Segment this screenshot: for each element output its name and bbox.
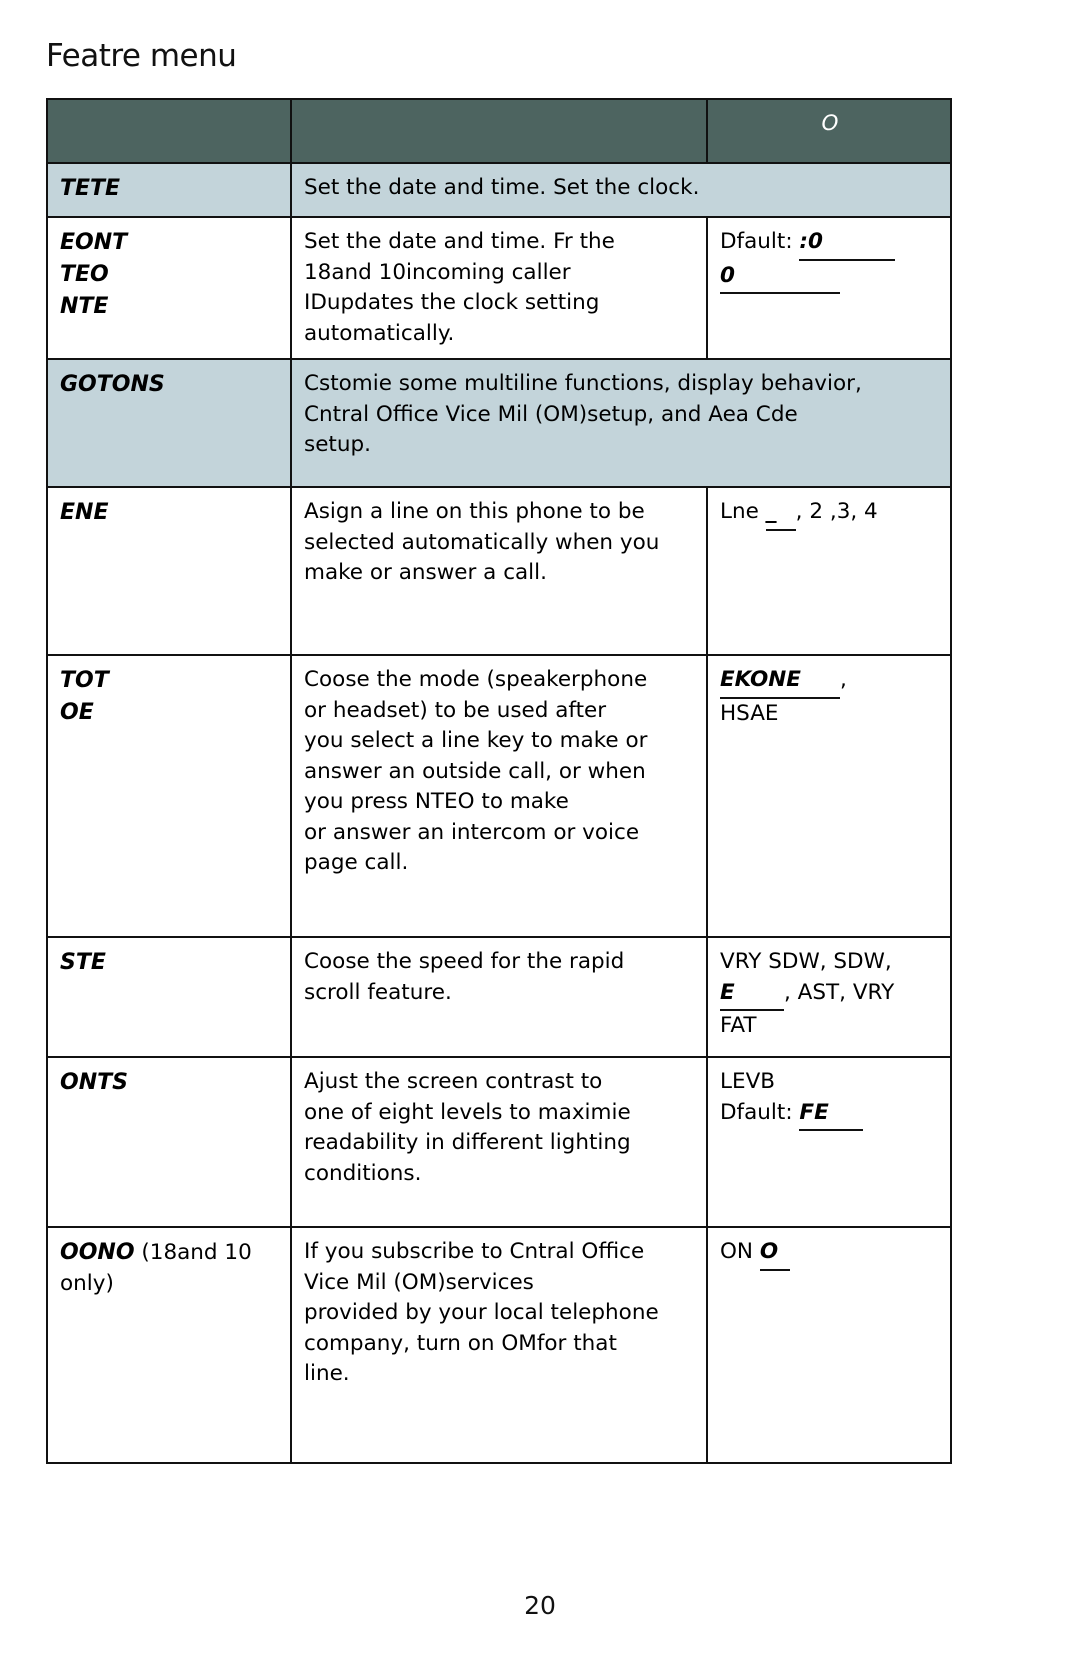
- feature-description-cell: Asign a line on this phone to be selecte…: [290, 486, 708, 657]
- column-header-feature: [46, 98, 292, 164]
- feature-options-cell: EKONE, HSAE: [706, 654, 952, 939]
- option-suffix: , 2 ,3, 4: [795, 499, 878, 525]
- feature-options-cell: VRY SDW, SDW, E, AST, VRY FAT: [706, 936, 952, 1059]
- feature-description: Set the date and time. Set the clock.: [304, 175, 700, 200]
- feature-description: Coose the speed for the rapid scroll fea…: [304, 949, 625, 1005]
- page-title: Featre menu: [46, 38, 237, 74]
- feature-options-cell: ON O: [706, 1226, 952, 1465]
- column-header-options: O: [706, 98, 952, 164]
- feature-name: TOT OE: [60, 668, 109, 725]
- feature-menu-table: O TETE Set the date and time. Set the cl…: [46, 98, 952, 1465]
- feature-description-cell: Set the date and time. Fr the 18and 10in…: [290, 215, 708, 361]
- feature-description: If you subscribe to Cntral Office Vice M…: [304, 1239, 659, 1387]
- table-row: EONT TEO NTE Set the date and time. Fr t…: [46, 215, 952, 361]
- table-row: TOT OE Coose the mode (speakerphone or h…: [46, 654, 952, 939]
- feature-name-cell: GOTONS: [46, 358, 292, 489]
- feature-name: EONT TEO NTE: [60, 230, 128, 319]
- feature-name: STE: [60, 950, 106, 976]
- feature-description: Ajust the screen contrast to one of eigh…: [304, 1069, 631, 1186]
- table-row: STE Coose the speed for the rapid scroll…: [46, 936, 952, 1059]
- document-page: Featre menu O TETE Set the date and time…: [0, 0, 1080, 1665]
- feature-options-cell: Lne _, 2 ,3, 4: [706, 486, 952, 657]
- table-row: ONTS Ajust the screen contrast to one of…: [46, 1056, 952, 1229]
- option-value-underlined: EKONE: [720, 665, 840, 699]
- column-header-description: [290, 98, 708, 164]
- feature-name: ENE: [60, 500, 109, 526]
- option-prefix: Lne: [720, 499, 766, 525]
- feature-description-keyword: NTEO: [414, 789, 475, 815]
- feature-name: GOTONS: [60, 372, 165, 398]
- option-value-underlined-secondary: 0: [720, 261, 840, 295]
- feature-name-cell: STE: [46, 936, 292, 1059]
- feature-name-cell: ONTS: [46, 1056, 292, 1229]
- feature-description: Asign a line on this phone to be selecte…: [304, 499, 660, 586]
- feature-description-cell: Cstomie some multiline functions, displa…: [290, 358, 952, 489]
- feature-name-cell: OONO (18and 10 only): [46, 1226, 292, 1465]
- option-value-underlined: O: [759, 1237, 790, 1271]
- feature-description: Set the date and time. Fr the 18and 10in…: [304, 229, 615, 346]
- table-row: GOTONS Cstomie some multiline functions,…: [46, 358, 952, 489]
- option-value-underlined: :0: [799, 227, 896, 261]
- feature-options-cell: LEVB Dfault: FE: [706, 1056, 952, 1229]
- option-value-underlined: FE: [799, 1098, 864, 1132]
- feature-name-cell: EONT TEO NTE: [46, 215, 292, 361]
- feature-name-cell: TOT OE: [46, 654, 292, 939]
- feature-name-cell: ENE: [46, 486, 292, 657]
- feature-description: Cstomie some multiline functions, displa…: [304, 371, 862, 458]
- table-header: O: [46, 98, 952, 164]
- option-value-underlined: E: [720, 978, 784, 1012]
- option-prefix: LEVB Dfault:: [720, 1069, 793, 1125]
- option-value-underlined: _: [765, 497, 796, 531]
- table-row: OONO (18and 10 only) If you subscribe to…: [46, 1226, 952, 1465]
- table-header-row: O: [46, 98, 952, 164]
- feature-name: TETE: [60, 176, 121, 201]
- feature-description-cell: Coose the speed for the rapid scroll fea…: [290, 936, 708, 1059]
- feature-options-cell: Dfault: :0 0: [706, 215, 952, 361]
- table-row: ENE Asign a line on this phone to be sel…: [46, 486, 952, 657]
- feature-description-cell: Coose the mode (speakerphone or headset)…: [290, 654, 708, 939]
- feature-name-cell: TETE: [46, 162, 292, 218]
- feature-name: ONTS: [60, 1070, 128, 1096]
- feature-description-cell: If you subscribe to Cntral Office Vice M…: [290, 1226, 708, 1465]
- table-row: TETE Set the date and time. Set the cloc…: [46, 162, 952, 218]
- option-prefix: Dfault:: [720, 229, 800, 254]
- page-number: 20: [524, 1591, 556, 1620]
- table-body: TETE Set the date and time. Set the cloc…: [46, 162, 952, 1465]
- feature-description-cell: Set the date and time. Set the clock.: [290, 162, 952, 218]
- feature-description-cell: Ajust the screen contrast to one of eigh…: [290, 1056, 708, 1229]
- option-prefix: ON: [720, 1239, 760, 1265]
- feature-name: OONO: [60, 1240, 135, 1266]
- option-prefix: VRY SDW, SDW,: [720, 949, 892, 975]
